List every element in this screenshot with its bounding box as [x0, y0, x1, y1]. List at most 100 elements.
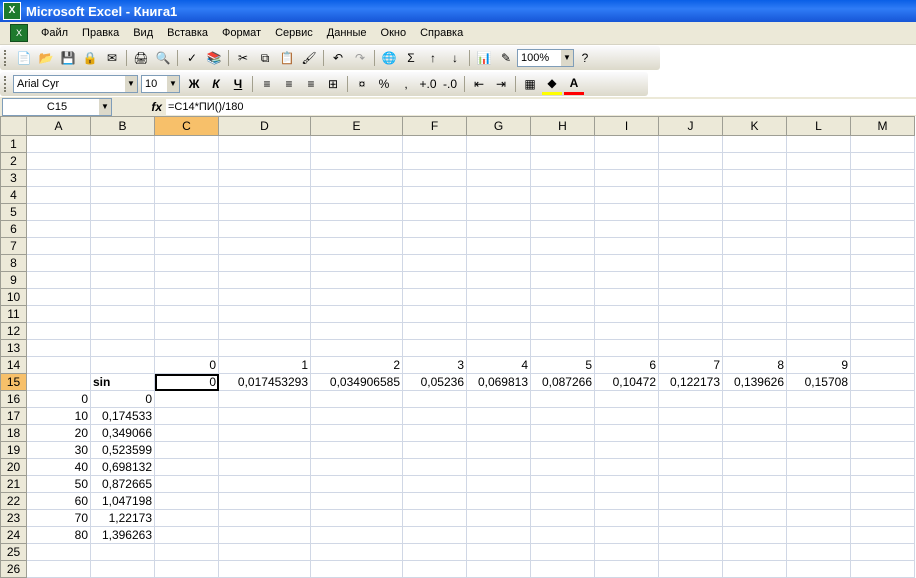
cell-h18[interactable]: [530, 424, 595, 442]
cell-d15[interactable]: 0,017453293: [218, 373, 311, 391]
cell-k17[interactable]: [722, 407, 787, 425]
permission-icon[interactable]: 🔒: [80, 49, 100, 67]
cell-l17[interactable]: [786, 407, 851, 425]
cell-i16[interactable]: [594, 390, 659, 408]
cell-h11[interactable]: [530, 305, 595, 323]
cell-e22[interactable]: [310, 492, 403, 510]
cell-j20[interactable]: [658, 458, 723, 476]
cell-c22[interactable]: [154, 492, 219, 510]
cell-d12[interactable]: [218, 322, 311, 340]
cell-i6[interactable]: [594, 220, 659, 238]
cell-h20[interactable]: [530, 458, 595, 476]
column-header-e[interactable]: E: [310, 116, 403, 136]
cell-l8[interactable]: [786, 254, 851, 272]
cell-g14[interactable]: 4: [466, 356, 531, 374]
cell-i24[interactable]: [594, 526, 659, 544]
cell-l13[interactable]: [786, 339, 851, 357]
cell-a21[interactable]: 50: [26, 475, 91, 493]
cell-m17[interactable]: [850, 407, 915, 425]
cell-j5[interactable]: [658, 203, 723, 221]
menu-data[interactable]: Данные: [320, 27, 374, 39]
new-icon[interactable]: 📄: [14, 49, 34, 67]
cell-b16[interactable]: 0: [90, 390, 155, 408]
comma-style-icon[interactable]: ,: [396, 75, 416, 93]
cell-m12[interactable]: [850, 322, 915, 340]
cell-b9[interactable]: [90, 271, 155, 289]
cell-k3[interactable]: [722, 169, 787, 187]
row-header-19[interactable]: 19: [0, 441, 27, 459]
cell-b4[interactable]: [90, 186, 155, 204]
cell-m22[interactable]: [850, 492, 915, 510]
cell-d22[interactable]: [218, 492, 311, 510]
cell-f10[interactable]: [402, 288, 467, 306]
row-header-4[interactable]: 4: [0, 186, 27, 204]
cell-i15[interactable]: 0,10472: [594, 373, 659, 391]
cell-a9[interactable]: [26, 271, 91, 289]
cell-b5[interactable]: [90, 203, 155, 221]
cell-g16[interactable]: [466, 390, 531, 408]
cell-m24[interactable]: [850, 526, 915, 544]
cell-d24[interactable]: [218, 526, 311, 544]
cell-j10[interactable]: [658, 288, 723, 306]
cell-a13[interactable]: [26, 339, 91, 357]
column-header-f[interactable]: F: [402, 116, 467, 136]
cell-g10[interactable]: [466, 288, 531, 306]
cell-a20[interactable]: 40: [26, 458, 91, 476]
cell-d11[interactable]: [218, 305, 311, 323]
cell-e17[interactable]: [310, 407, 403, 425]
menu-tools[interactable]: Сервис: [268, 27, 320, 39]
cell-d18[interactable]: [218, 424, 311, 442]
cell-g22[interactable]: [466, 492, 531, 510]
cell-d6[interactable]: [218, 220, 311, 238]
cell-h24[interactable]: [530, 526, 595, 544]
row-header-17[interactable]: 17: [0, 407, 27, 425]
cell-i20[interactable]: [594, 458, 659, 476]
cell-e15[interactable]: 0,034906585: [310, 373, 403, 391]
cell-h9[interactable]: [530, 271, 595, 289]
cell-c19[interactable]: [154, 441, 219, 459]
cell-e20[interactable]: [310, 458, 403, 476]
cell-b22[interactable]: 1,047198: [90, 492, 155, 510]
menu-format[interactable]: Формат: [215, 27, 268, 39]
cell-g8[interactable]: [466, 254, 531, 272]
cell-a25[interactable]: [26, 543, 91, 561]
cell-i21[interactable]: [594, 475, 659, 493]
cell-m9[interactable]: [850, 271, 915, 289]
cell-i8[interactable]: [594, 254, 659, 272]
cell-c11[interactable]: [154, 305, 219, 323]
cell-i22[interactable]: [594, 492, 659, 510]
cell-d7[interactable]: [218, 237, 311, 255]
cell-d23[interactable]: [218, 509, 311, 527]
cell-l14[interactable]: 9: [786, 356, 851, 374]
cell-h4[interactable]: [530, 186, 595, 204]
cell-h21[interactable]: [530, 475, 595, 493]
row-header-10[interactable]: 10: [0, 288, 27, 306]
cell-d13[interactable]: [218, 339, 311, 357]
row-header-25[interactable]: 25: [0, 543, 27, 561]
cell-k26[interactable]: [722, 560, 787, 578]
cell-a15[interactable]: [26, 373, 91, 391]
print-preview-icon[interactable]: 🔍: [153, 49, 173, 67]
cell-b11[interactable]: [90, 305, 155, 323]
cell-d10[interactable]: [218, 288, 311, 306]
cell-m11[interactable]: [850, 305, 915, 323]
row-header-13[interactable]: 13: [0, 339, 27, 357]
cell-g1[interactable]: [466, 135, 531, 153]
cell-b6[interactable]: [90, 220, 155, 238]
cell-i18[interactable]: [594, 424, 659, 442]
cell-k2[interactable]: [722, 152, 787, 170]
cell-i26[interactable]: [594, 560, 659, 578]
cell-j14[interactable]: 7: [658, 356, 723, 374]
cell-l15[interactable]: 0,15708: [786, 373, 851, 391]
cell-i5[interactable]: [594, 203, 659, 221]
cell-c10[interactable]: [154, 288, 219, 306]
cell-a24[interactable]: 80: [26, 526, 91, 544]
cell-c24[interactable]: [154, 526, 219, 544]
cell-l3[interactable]: [786, 169, 851, 187]
cell-g9[interactable]: [466, 271, 531, 289]
bold-button[interactable]: Ж: [184, 75, 204, 93]
cell-b3[interactable]: [90, 169, 155, 187]
cell-i10[interactable]: [594, 288, 659, 306]
cell-j16[interactable]: [658, 390, 723, 408]
cell-l5[interactable]: [786, 203, 851, 221]
